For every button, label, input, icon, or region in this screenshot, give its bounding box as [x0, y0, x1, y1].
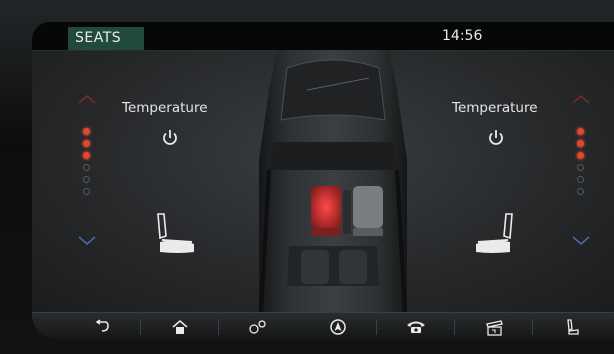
media-button[interactable] — [464, 313, 524, 340]
heat-level-dot — [577, 176, 584, 183]
heat-level-dot — [577, 188, 584, 195]
phone-icon — [407, 321, 425, 333]
nav-divider — [376, 319, 377, 335]
back-arrow-icon — [95, 319, 109, 332]
temperature-label: Temperature — [122, 100, 208, 116]
seats-tab[interactable]: SEATS — [68, 27, 144, 50]
driver-seat-heated — [311, 186, 341, 228]
heat-level-dot — [83, 176, 90, 183]
heat-level-dot — [83, 152, 90, 159]
navigation-button[interactable] — [308, 313, 368, 340]
chevron-up-icon[interactable] — [78, 94, 96, 104]
chevron-down-icon[interactable] — [572, 236, 590, 246]
chevron-down-icon[interactable] — [78, 236, 96, 246]
heat-level-dot — [83, 188, 90, 195]
media-icon — [486, 320, 503, 336]
heat-level-dot — [577, 152, 584, 159]
seat-icon[interactable] — [470, 212, 522, 262]
car-top-view — [259, 50, 407, 312]
nav-divider — [218, 319, 219, 335]
home-icon — [172, 319, 188, 334]
power-icon[interactable] — [486, 128, 506, 148]
back-button[interactable] — [72, 313, 132, 340]
passenger-heat-level-indicator — [577, 128, 585, 200]
nav-divider — [140, 319, 141, 335]
driver-seat-controls: Temperature — [62, 50, 222, 312]
heat-level-dot — [83, 128, 90, 135]
heat-level-dot — [83, 140, 90, 147]
navigation-icon — [330, 319, 346, 335]
infotainment-screen: SEATS 14:56 Temperature Temperature — [32, 22, 614, 340]
heat-level-dot — [83, 164, 90, 171]
status-bar: SEATS 14:56 — [32, 22, 614, 51]
temperature-label: Temperature — [452, 100, 538, 116]
heat-level-dot — [577, 164, 584, 171]
seats-button[interactable] — [542, 313, 602, 340]
driver-heat-level-indicator — [83, 128, 91, 200]
bottom-navigation-bar — [32, 312, 614, 340]
nav-divider — [454, 319, 455, 335]
heat-level-dot — [577, 140, 584, 147]
phone-button[interactable] — [386, 313, 446, 340]
seat-icon — [567, 319, 579, 335]
heat-level-dot — [577, 128, 584, 135]
chevron-up-icon[interactable] — [572, 94, 590, 104]
link-icon — [249, 320, 266, 334]
clock: 14:56 — [442, 28, 483, 44]
passenger-seat-controls: Temperature — [422, 50, 590, 312]
connections-button[interactable] — [228, 313, 288, 340]
home-button[interactable] — [150, 313, 210, 340]
power-icon[interactable] — [160, 128, 180, 148]
seat-icon[interactable] — [148, 212, 200, 262]
nav-divider — [532, 319, 533, 335]
